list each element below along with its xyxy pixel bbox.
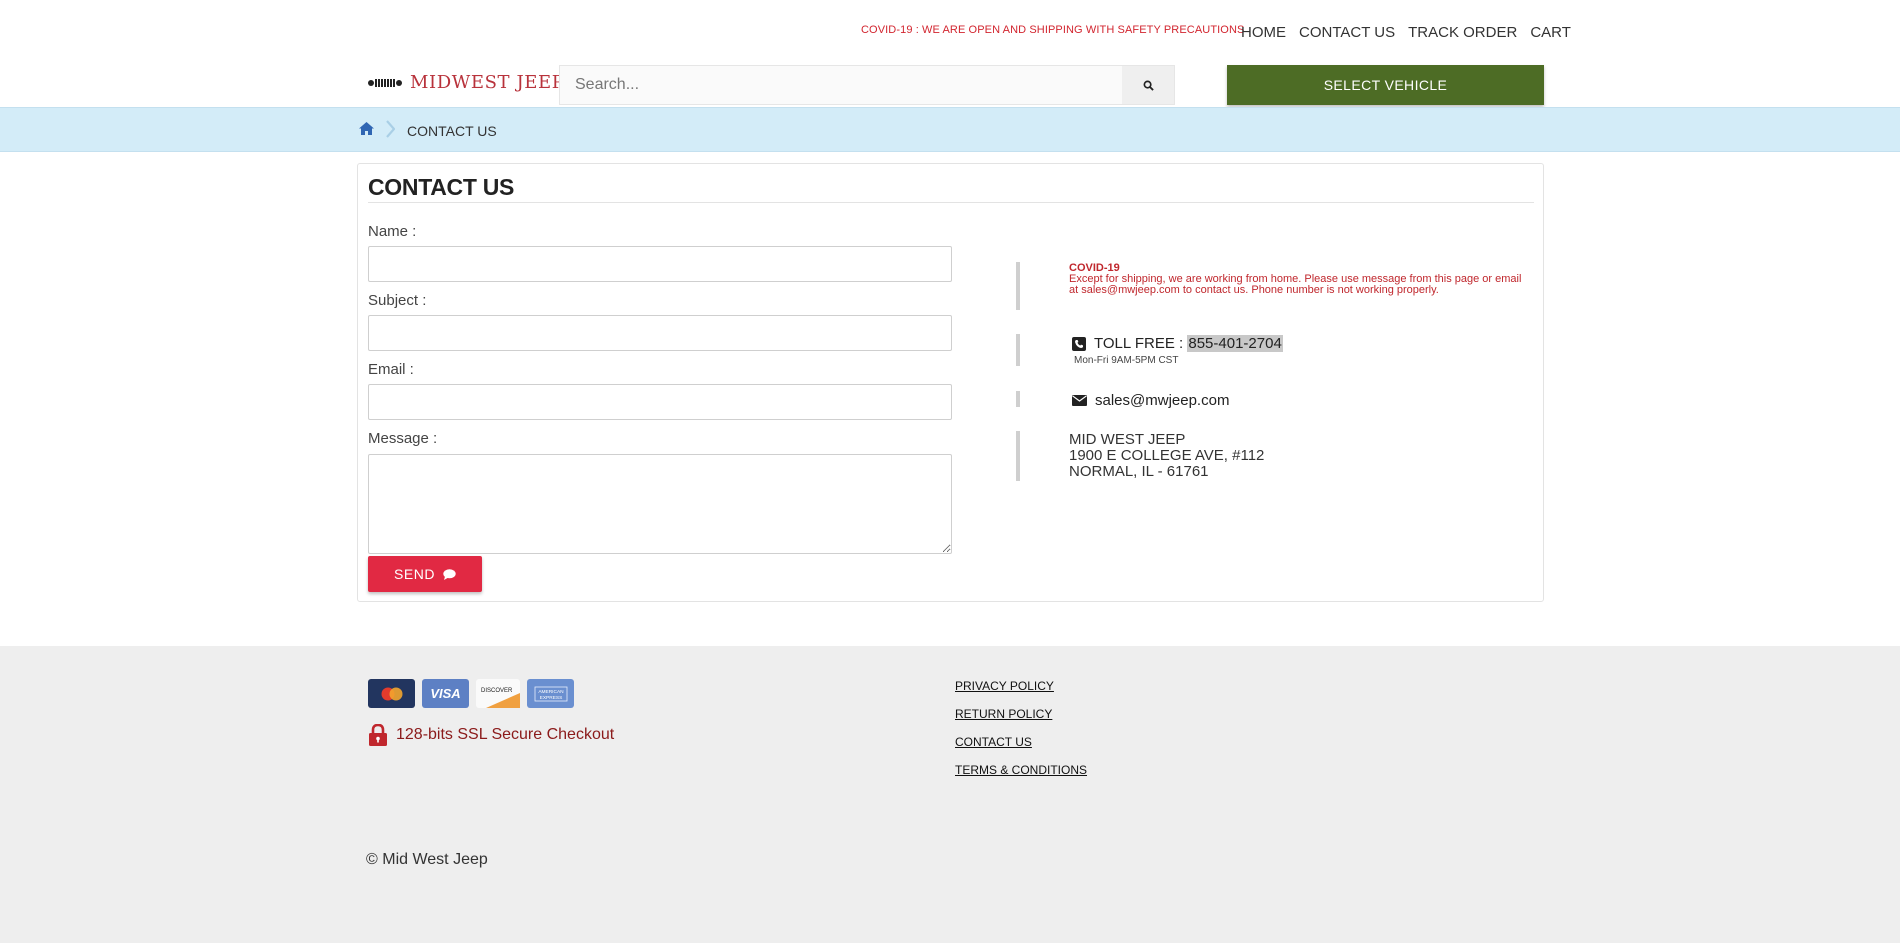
postal-address: MID WEST JEEP 1900 E COLLEGE AVE, #112 N… (1069, 432, 1264, 480)
toll-free: TOLL FREE : 855-401-2704 (1072, 335, 1283, 352)
send-button[interactable]: SEND (368, 556, 482, 592)
ssl-text: 128-bits SSL Secure Checkout (396, 726, 615, 743)
covid-notice: COVID-19 : WE ARE OPEN AND SHIPPING WITH… (861, 24, 1245, 36)
covid-text: Except for shipping, we are working from… (1069, 273, 1522, 296)
breadcrumb: CONTACT US (0, 107, 1900, 152)
logo-text: MIDWEST JEEP (410, 72, 565, 93)
discover-text: DISCOVER (481, 688, 513, 694)
message-label: Message : (368, 430, 438, 447)
subject-label: Subject : (368, 292, 427, 309)
page: COVID-19 : WE ARE OPEN AND SHIPPING WITH… (0, 0, 1900, 943)
site-logo[interactable]: MIDWEST JEEP (368, 72, 564, 93)
title-divider (368, 202, 1534, 203)
message-field[interactable] (368, 454, 952, 554)
ssl-badge: 128-bits SSL Secure Checkout (368, 724, 614, 746)
subject-field[interactable] (368, 315, 952, 351)
page-title: CONTACT US (368, 174, 515, 200)
email-address[interactable]: sales@mwjeep.com (1095, 392, 1229, 409)
mastercard-icon (368, 679, 415, 708)
search-button[interactable] (1122, 66, 1174, 104)
email-field[interactable] (368, 384, 952, 420)
email-label: Email : (368, 361, 414, 378)
contact-email: sales@mwjeep.com (1072, 392, 1229, 409)
visa-icon: VISA (422, 679, 469, 708)
search-icon (1143, 80, 1154, 91)
comment-icon (443, 568, 456, 580)
name-field[interactable] (368, 246, 952, 282)
nav-contact-us[interactable]: CONTACT US (1299, 24, 1395, 41)
search-bar (559, 65, 1175, 105)
info-divider (1016, 391, 1020, 407)
info-divider (1016, 431, 1020, 481)
contact-panel: CONTACT US Name : Subject : Email : Mess… (357, 163, 1544, 602)
send-label: SEND (394, 566, 435, 582)
address-line: 1900 E COLLEGE AVE, #112 (1069, 447, 1265, 464)
privacy-policy-link[interactable]: PRIVACY POLICY (955, 679, 1087, 707)
top-nav: HOME CONTACT US TRACK ORDER CART (1241, 24, 1571, 41)
business-hours: Mon-Fri 9AM-5PM CST (1074, 355, 1179, 366)
address-line: NORMAL, IL - 61761 (1069, 463, 1209, 480)
lock-icon (369, 724, 387, 746)
address-line: MID WEST JEEP (1069, 431, 1186, 448)
footer: VISA DISCOVER AMERICAN EXPRESS 128-bits S… (0, 646, 1900, 943)
footer-links: PRIVACY POLICY RETURN POLICY CONTACT US … (955, 679, 1087, 791)
jeep-grille-icon (368, 78, 402, 88)
svg-text:AMERICAN: AMERICAN (538, 689, 564, 695)
home-icon[interactable] (359, 122, 374, 135)
select-vehicle-button[interactable]: SELECT VEHICLE (1227, 65, 1544, 105)
contact-us-link[interactable]: CONTACT US (955, 735, 1087, 763)
envelope-icon (1072, 395, 1087, 406)
covid-info: COVID-19 Except for shipping, we are wor… (1069, 263, 1529, 296)
svg-text:EXPRESS: EXPRESS (539, 695, 562, 701)
toll-label: TOLL FREE : (1094, 335, 1188, 352)
chevron-right-icon (386, 120, 395, 138)
terms-conditions-link[interactable]: TERMS & CONDITIONS (955, 763, 1087, 791)
phone-icon (1072, 336, 1086, 351)
info-divider (1016, 262, 1020, 310)
amex-icon: AMERICAN EXPRESS (527, 679, 574, 708)
payment-cards: VISA DISCOVER AMERICAN EXPRESS (368, 679, 574, 708)
nav-home[interactable]: HOME (1241, 24, 1286, 41)
info-divider (1016, 334, 1020, 366)
return-policy-link[interactable]: RETURN POLICY (955, 707, 1087, 735)
nav-cart[interactable]: CART (1530, 24, 1571, 41)
breadcrumb-current: CONTACT US (407, 123, 497, 139)
nav-track-order[interactable]: TRACK ORDER (1408, 24, 1517, 41)
search-input[interactable] (560, 66, 1122, 104)
name-label: Name : (368, 223, 417, 240)
toll-number[interactable]: 855-401-2704 (1187, 335, 1283, 352)
copyright: © Mid West Jeep (366, 851, 488, 868)
discover-icon: DISCOVER (476, 679, 520, 708)
